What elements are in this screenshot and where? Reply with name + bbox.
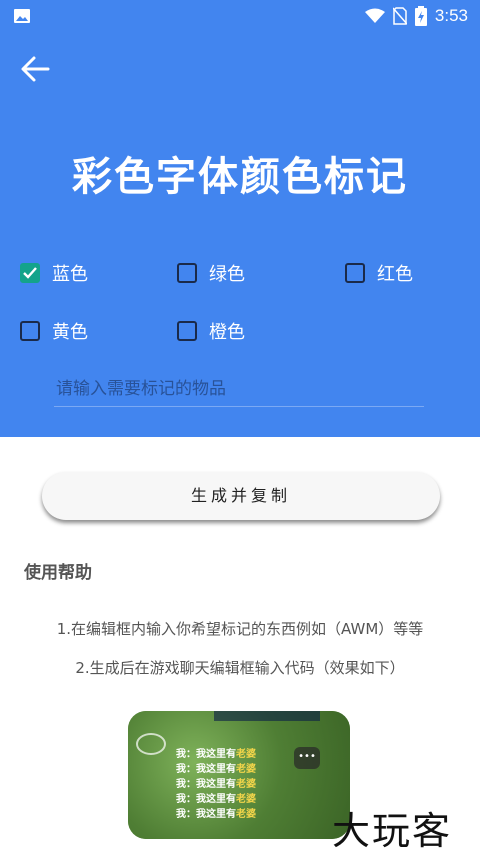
watermark-logo: 大玩客 — [332, 809, 453, 853]
checkbox-red-label: 红色 — [377, 264, 413, 285]
clock: 3:53 — [434, 6, 468, 25]
status-bar: 3:53 — [0, 0, 480, 34]
checkbox-red[interactable]: 红色 — [345, 260, 413, 286]
chat-line: 我：我这里有老婆 — [176, 794, 256, 805]
eye-icon — [136, 733, 166, 755]
help-title: 使用帮助 — [24, 563, 92, 583]
chat-line: 我：我这里有老婆 — [176, 809, 256, 820]
checkbox-blue-label: 蓝色 — [52, 264, 88, 285]
no-sim-icon — [392, 7, 407, 25]
game-topbar — [214, 711, 320, 721]
checkbox-unchecked-icon[interactable] — [20, 321, 40, 341]
checkbox-unchecked-icon[interactable] — [177, 263, 197, 283]
example-preview-image: ••• 我：我这里有老婆 我：我这里有老婆 我：我这里有老婆 我：我这里有老婆 … — [128, 711, 350, 839]
header-panel: 彩色字体颜色标记 蓝色 绿色 红色 黄色 橙色 — [0, 34, 480, 437]
checkbox-checked-icon[interactable] — [20, 263, 40, 283]
item-input[interactable] — [54, 378, 428, 400]
checkbox-blue[interactable]: 蓝色 — [20, 260, 88, 286]
checkbox-unchecked-icon[interactable] — [177, 321, 197, 341]
checkbox-green[interactable]: 绿色 — [177, 260, 245, 286]
checkbox-yellow-label: 黄色 — [52, 322, 88, 343]
chat-lines: 我：我这里有老婆 我：我这里有老婆 我：我这里有老婆 我：我这里有老婆 我：我这… — [176, 747, 256, 822]
chat-bubble-icon: ••• — [294, 747, 320, 769]
checkbox-unchecked-icon[interactable] — [345, 263, 365, 283]
checkbox-yellow[interactable]: 黄色 — [20, 318, 88, 344]
wifi-icon — [364, 8, 385, 23]
back-arrow-icon[interactable] — [18, 52, 52, 86]
battery-charging-icon — [414, 6, 427, 26]
item-input-wrapper — [54, 378, 428, 407]
help-step-1: 1.在编辑框内输入你希望标记的东西例如（AWM）等等 — [56, 620, 424, 638]
help-step-2: 2.生成后在游戏聊天编辑框输入代码（效果如下） — [75, 659, 405, 677]
checkbox-green-label: 绿色 — [209, 264, 245, 285]
chat-line: 我：我这里有老婆 — [176, 749, 256, 760]
chat-line: 我：我这里有老婆 — [176, 779, 256, 790]
page-title: 彩色字体颜色标记 — [72, 154, 408, 200]
checkbox-orange[interactable]: 橙色 — [177, 318, 245, 344]
generate-copy-button[interactable]: 生成并复制 — [42, 472, 440, 520]
image-icon — [14, 9, 30, 23]
chat-line: 我：我这里有老婆 — [176, 764, 256, 775]
checkbox-orange-label: 橙色 — [209, 322, 245, 343]
